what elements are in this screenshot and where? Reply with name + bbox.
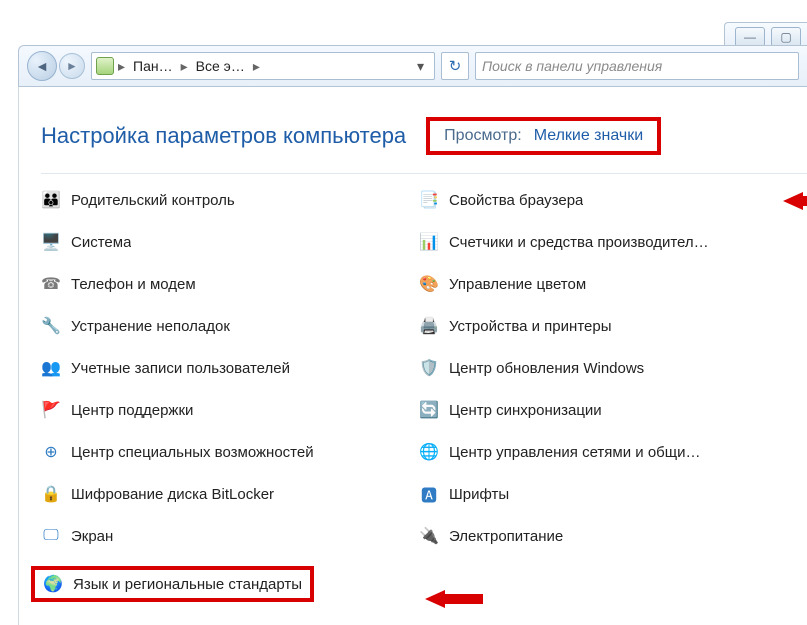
color-icon: 🎨 [419,274,439,294]
system-icon: 🖥️ [41,232,61,252]
gauge-icon: 📊 [419,232,439,252]
printer-icon: 🖨️ [419,316,439,336]
item-parental-controls[interactable]: 👪 Родительский контроль [41,188,411,212]
control-panel-icon [96,57,114,75]
power-icon: 🔌 [419,526,439,546]
view-label: Просмотр: [444,127,522,145]
page-title: Настройка параметров компьютера [41,123,406,149]
address-dropdown-icon[interactable]: ▾ [411,58,430,75]
breadcrumb-part1[interactable]: Пан… [129,56,177,76]
item-power[interactable]: 🔌 Электропитание [419,524,807,548]
item-color-management[interactable]: 🎨 Управление цветом [419,272,807,296]
phone-icon: ☎ [41,274,61,294]
flag-icon: 🚩 [41,400,61,420]
breadcrumb-part2[interactable]: Все э… [192,56,249,76]
breadcrumb-sep-icon: ▸ [253,58,260,75]
lock-icon: 🔒 [41,484,61,504]
maximize-button[interactable]: ▢ [771,27,801,47]
update-icon: 🛡️ [419,358,439,378]
item-devices-printers[interactable]: 🖨️ Устройства и принтеры [419,314,807,338]
users-icon: 👥 [41,358,61,378]
item-windows-update[interactable]: 🛡️ Центр обновления Windows [419,356,807,380]
divider [41,173,807,174]
view-selector-highlight: Просмотр: Мелкие значки [426,117,661,155]
item-fonts[interactable]: 🅰 Шрифты [419,482,807,506]
sync-icon: 🔄 [419,400,439,420]
refresh-button[interactable]: ↻ [441,52,469,80]
item-action-center[interactable]: 🚩 Центр поддержки [41,398,411,422]
annotation-arrow-1 [783,192,803,210]
page-content: Настройка параметров компьютера Просмотр… [18,87,807,625]
item-system[interactable]: 🖥️ Система [41,230,411,254]
search-input[interactable]: Поиск в панели управления [475,52,799,80]
item-bitlocker[interactable]: 🔒 Шифрование диска BitLocker [41,482,411,506]
items-grid: 👪 Родительский контроль 📑 Свойства брауз… [41,188,807,602]
nav-forward-button[interactable]: ► [59,53,85,79]
browser-icon: 📑 [419,190,439,210]
display-icon: 🖵 [41,526,61,546]
item-internet-options[interactable]: 📑 Свойства браузера [419,188,807,212]
people-icon: 👪 [41,190,61,210]
item-sync-center[interactable]: 🔄 Центр синхронизации [419,398,807,422]
nav-back-button[interactable]: ◄ [27,51,57,81]
annotation-arrow-2 [425,590,483,608]
item-ease-of-access[interactable]: ⊕ Центр специальных возможностей [41,440,411,464]
network-icon: 🌐 [419,442,439,462]
item-display[interactable]: 🖵 Экран [41,524,411,548]
item-region-language-highlight: 🌍 Язык и региональные стандарты [41,566,411,602]
fonts-icon: 🅰 [419,484,439,504]
search-placeholder: Поиск в панели управления [482,58,662,74]
toolbar: ◄ ► ▸ Пан… ▸ Все э… ▸ ▾ ↻ Поиск в панели… [18,45,807,87]
access-icon: ⊕ [41,442,61,462]
breadcrumb-sep-icon: ▸ [181,58,188,75]
view-value[interactable]: Мелкие значки [534,127,643,145]
globe-clock-icon: 🌍 [43,574,63,594]
address-bar[interactable]: ▸ Пан… ▸ Все э… ▸ ▾ [91,52,435,80]
breadcrumb-sep-icon: ▸ [118,58,125,75]
item-user-accounts[interactable]: 👥 Учетные записи пользователей [41,356,411,380]
item-phone-modem[interactable]: ☎ Телефон и модем [41,272,411,296]
wrench-icon: 🔧 [41,316,61,336]
item-network-center[interactable]: 🌐 Центр управления сетями и общи… [419,440,807,464]
item-troubleshoot[interactable]: 🔧 Устранение неполадок [41,314,411,338]
item-performance[interactable]: 📊 Счетчики и средства производител… [419,230,807,254]
item-region-language[interactable]: 🌍 Язык и региональные стандарты [43,574,302,594]
minimize-button[interactable]: — [735,27,765,47]
